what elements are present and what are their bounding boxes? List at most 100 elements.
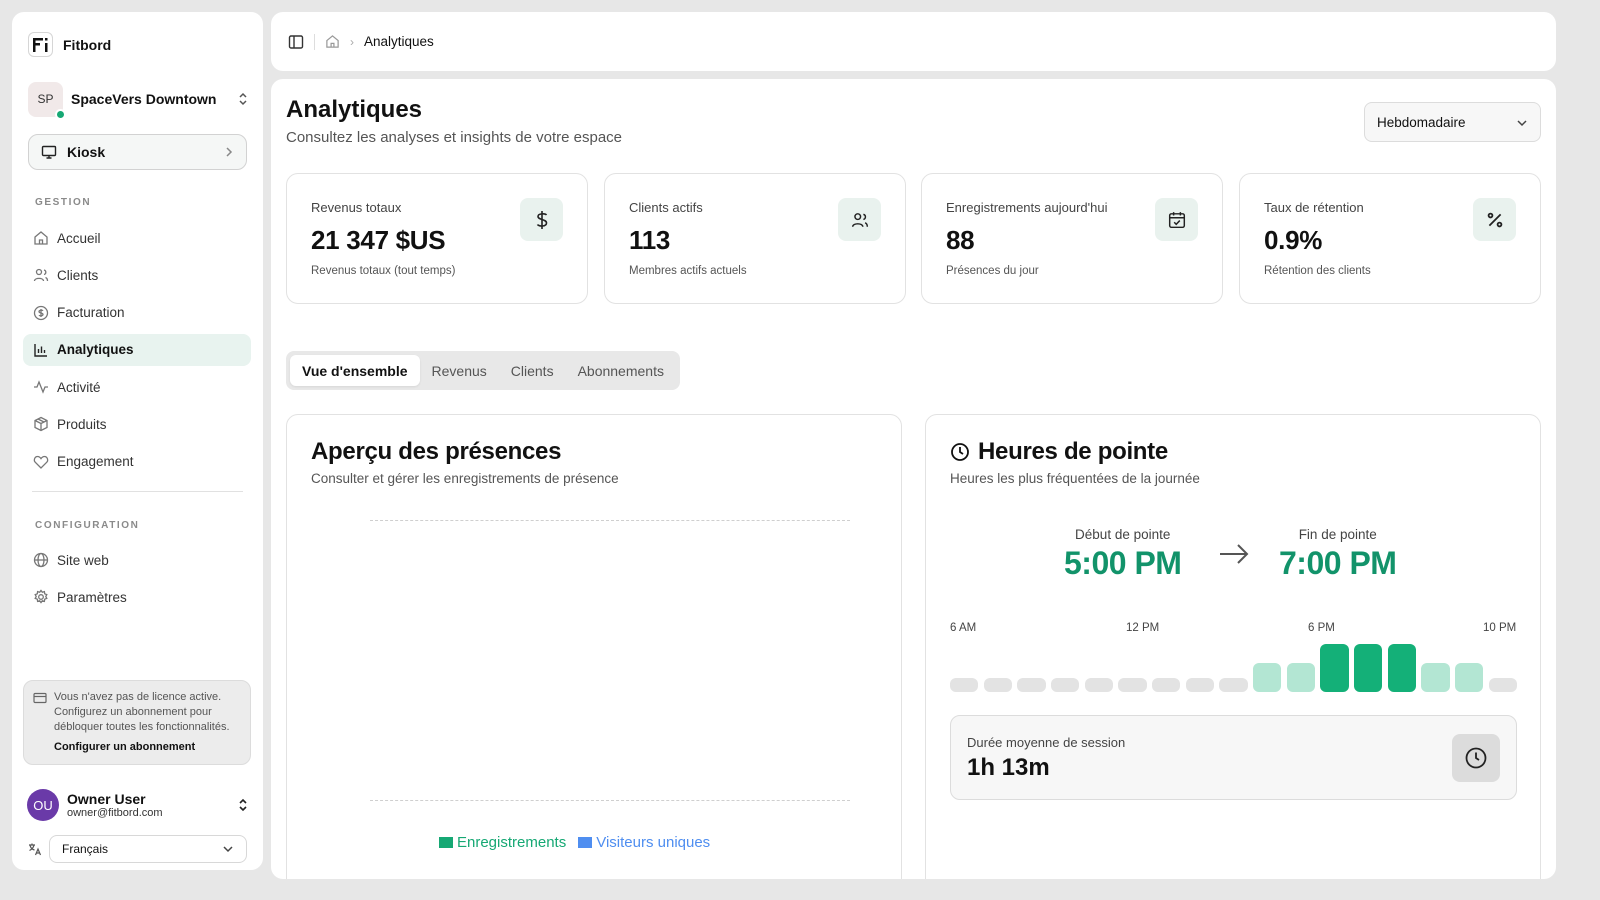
stat-card-active-clients: Clients actifs 113 Membres actifs actuel… xyxy=(604,173,906,304)
hour-bar xyxy=(1253,663,1282,692)
sidebar-item-label: Site web xyxy=(57,552,109,568)
fitbord-logo-icon xyxy=(28,32,53,57)
peak-end: Fin de pointe 7:00 PM xyxy=(1279,527,1397,582)
breadcrumb-separator-icon: › xyxy=(350,34,354,49)
stat-desc: Revenus totaux (tout temps) xyxy=(311,265,456,277)
session-label: Durée moyenne de session xyxy=(967,735,1126,750)
peak-start-label: Début de pointe xyxy=(1075,527,1171,542)
period-selected: Hebdomadaire xyxy=(1377,114,1466,130)
chevron-right-icon xyxy=(224,146,234,158)
chevrons-up-down-icon xyxy=(236,90,250,108)
stat-desc: Membres actifs actuels xyxy=(629,265,747,277)
sidebar-item-engagement[interactable]: Engagement xyxy=(23,446,251,478)
tab-clients[interactable]: Clients xyxy=(499,355,566,386)
chart-legend: Enregistrements Visiteurs uniques xyxy=(439,834,710,851)
space-switcher[interactable]: SP SpaceVers Downtown xyxy=(28,80,250,120)
hour-label-10pm: 10 PM xyxy=(1483,622,1517,634)
avatar: OU xyxy=(27,789,59,821)
configure-subscription-link[interactable]: Configurer un abonnement xyxy=(54,740,240,755)
sidebar-item-produits[interactable]: Produits xyxy=(23,408,251,440)
hour-bar xyxy=(1421,663,1450,692)
dollar-circle-icon xyxy=(33,305,49,321)
sidebar-item-site-web[interactable]: Site web xyxy=(23,544,251,576)
peak-title: Heures de pointe xyxy=(978,438,1168,465)
hour-label-6pm: 6 PM xyxy=(1308,622,1335,634)
hour-bar xyxy=(983,678,1012,692)
stat-card-revenue: Revenus totaux 21 347 $US Revenus totaux… xyxy=(286,173,588,304)
home-icon[interactable] xyxy=(325,34,340,49)
hour-bar xyxy=(1118,678,1147,692)
percent-icon xyxy=(1473,198,1516,241)
tab-subscriptions[interactable]: Abonnements xyxy=(566,355,676,386)
heart-icon xyxy=(33,454,49,470)
legend-label-checkins: Enregistrements xyxy=(457,834,567,851)
user-info: Owner User owner@fitbord.com xyxy=(67,791,237,819)
hour-bar xyxy=(1152,678,1181,692)
period-select[interactable]: Hebdomadaire xyxy=(1364,102,1541,142)
sidebar-item-accueil[interactable]: Accueil xyxy=(23,222,251,254)
package-icon xyxy=(33,416,49,432)
kiosk-label: Kiosk xyxy=(67,144,106,160)
calendar-check-icon xyxy=(1155,198,1198,241)
clock-icon xyxy=(950,442,970,462)
sidebar-item-label: Engagement xyxy=(57,454,134,470)
sidebar-item-label: Accueil xyxy=(57,230,101,246)
arrow-right-icon xyxy=(1218,543,1250,565)
legend-item-checkins[interactable]: Enregistrements xyxy=(439,834,566,851)
hour-bar xyxy=(1354,644,1383,692)
stat-card-checkins-today: Enregistrements aujourd'hui 88 Présences… xyxy=(921,173,1223,304)
hour-bar xyxy=(1387,644,1417,692)
average-session-box: Durée moyenne de session 1h 13m xyxy=(950,715,1517,800)
users-icon xyxy=(33,267,49,283)
section-label-gestion: GESTION xyxy=(35,197,92,208)
brand[interactable]: Fitbord xyxy=(28,32,111,57)
nav-configuration: Site web Paramètres xyxy=(23,544,251,619)
page-title: Analytiques xyxy=(286,96,423,123)
peak-end-value: 7:00 PM xyxy=(1279,545,1397,581)
hour-bar xyxy=(1051,678,1080,692)
peak-title-wrapper: Heures de pointe xyxy=(950,438,1168,466)
sidebar-divider xyxy=(32,491,243,492)
sidebar-item-parametres[interactable]: Paramètres xyxy=(23,581,251,613)
peak-subtitle: Heures les plus fréquentées de la journé… xyxy=(950,471,1200,486)
sidebar-item-clients[interactable]: Clients xyxy=(23,259,251,291)
chart-gridline-bottom xyxy=(370,800,850,801)
dollar-icon xyxy=(520,198,563,241)
breadcrumb-current: Analytiques xyxy=(364,34,434,49)
legend-item-unique-visitors[interactable]: Visiteurs uniques xyxy=(578,834,710,851)
sidebar-item-label: Paramètres xyxy=(57,589,127,605)
sidebar-item-facturation[interactable]: Facturation xyxy=(23,297,251,329)
sidebar-item-analytiques[interactable]: Analytiques xyxy=(23,333,251,366)
legend-swatch-checkins xyxy=(439,837,453,848)
language-select[interactable]: Français xyxy=(49,835,247,863)
sidebar-item-label: Activité xyxy=(57,379,101,395)
chart-gridline-top xyxy=(370,520,850,521)
peak-hours-card: Heures de pointe Heures les plus fréquen… xyxy=(925,414,1541,879)
translate-icon xyxy=(28,842,42,856)
chevrons-up-down-icon xyxy=(237,797,249,813)
hourly-activity-bars xyxy=(950,644,1518,692)
session-value: 1h 13m xyxy=(967,754,1050,781)
sidebar-toggle-icon[interactable] xyxy=(288,34,304,50)
tab-overview[interactable]: Vue d'ensemble xyxy=(290,355,420,386)
sidebar-item-label: Analytiques xyxy=(57,342,134,358)
attendance-subtitle: Consulter et gérer les enregistrements d… xyxy=(311,471,619,486)
kiosk-button[interactable]: Kiosk xyxy=(28,134,247,170)
user-email: owner@fitbord.com xyxy=(67,807,163,819)
stat-card-retention: Taux de rétention 0.9% Rétention des cli… xyxy=(1239,173,1541,304)
analytics-tabs: Vue d'ensemble Revenus Clients Abonnemen… xyxy=(286,351,680,390)
sidebar-item-activite[interactable]: Activité xyxy=(23,371,251,403)
hour-bar xyxy=(1017,678,1046,692)
page-subtitle: Consultez les analyses et insights de vo… xyxy=(286,129,623,146)
stat-desc: Rétention des clients xyxy=(1264,265,1371,277)
users-icon xyxy=(838,198,881,241)
breadcrumb: › Analytiques xyxy=(325,34,434,49)
hour-label-6am: 6 AM xyxy=(950,622,977,634)
hour-bar xyxy=(1286,663,1315,692)
chevron-down-icon xyxy=(1516,115,1528,130)
user-menu[interactable]: OU Owner User owner@fitbord.com xyxy=(27,787,249,823)
tab-revenue[interactable]: Revenus xyxy=(420,355,499,386)
chevron-down-icon xyxy=(222,842,234,856)
sidebar: Fitbord SP SpaceVers Downtown Kiosk GEST… xyxy=(12,12,263,870)
space-avatar: SP xyxy=(28,81,66,120)
